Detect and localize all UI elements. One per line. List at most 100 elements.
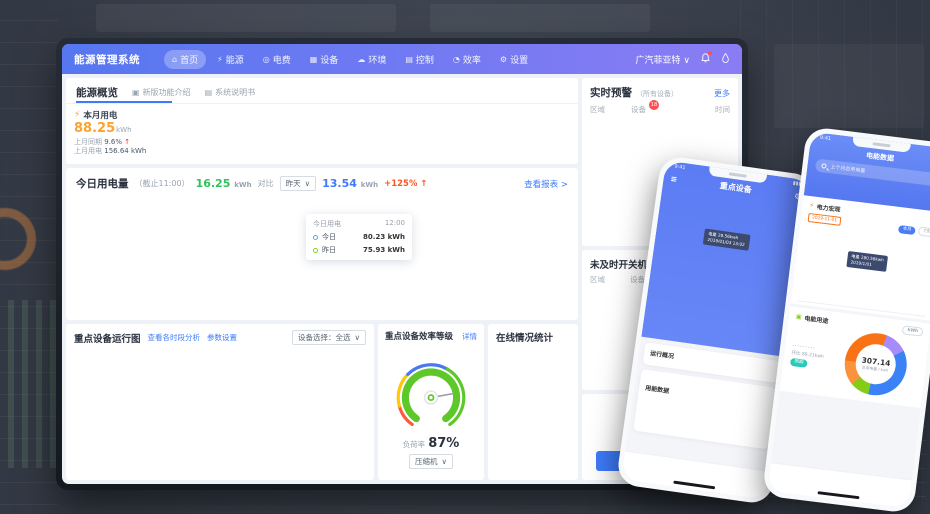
- today-usage-card: 今日用电量 （截止11:00） 16.25 kWh 对比 昨天∨ 13.54 k…: [66, 168, 578, 320]
- home-icon: ⌂: [172, 55, 177, 64]
- energy-icon: ⚡: [217, 55, 223, 64]
- alert-count-badge: 18: [649, 100, 659, 110]
- mom-label: 上月同期: [74, 138, 104, 146]
- date-pill[interactable]: 2019-11-01: [808, 213, 842, 226]
- load-rate: 负荷率87%: [378, 436, 484, 451]
- leaf-icon: ▣: [796, 313, 802, 321]
- top-navbar: 能源管理系统 ⌂首页⚡能源◎电费▦设备☁环境▤控制◔效率⚙设置 广汽菲亚特 ∨: [62, 44, 742, 74]
- machine-select[interactable]: 压缩机∨: [409, 454, 453, 469]
- today-title: 今日用电量: [76, 176, 129, 191]
- efficiency-gauge-card: 重点设备效率等级 详情 负荷率87% 压缩机∨: [378, 324, 484, 480]
- online-title: 在线情况统计: [496, 330, 553, 344]
- nav-item-label: 设置: [510, 53, 528, 66]
- device-load-card: 重点设备运行图 查看各时段分析 参数设置 设备选择：全选∨: [66, 324, 374, 480]
- background-panel: [774, 44, 924, 128]
- param-settings-link[interactable]: 参数设置: [207, 332, 237, 343]
- nav-item-label: 设备: [320, 53, 338, 66]
- device-select[interactable]: 设备选择：全选∨: [292, 330, 366, 345]
- background-panel: [430, 4, 650, 32]
- energy-overview-card: 能源概览 ▣新版功能介绍 ▤系统说明书 ⚡本月用电88.25kWh上月同期 9.…: [66, 78, 578, 164]
- today-value: 16.25 kWh: [196, 177, 252, 190]
- compare-label: 对比: [258, 178, 274, 189]
- new-features-link[interactable]: ▣新版功能介绍: [132, 87, 191, 98]
- document-icon: ▤: [205, 88, 213, 97]
- delta-badge: +125% ↑: [384, 179, 427, 189]
- main-nav: ⌂首页⚡能源◎电费▦设备☁环境▤控制◔效率⚙设置: [164, 50, 536, 69]
- chevron-down-icon: ∨: [355, 333, 361, 342]
- nav-item-label: 首页: [180, 53, 198, 66]
- week-pill[interactable]: 7天: [918, 226, 930, 237]
- phone2-usage-section: ▣电能用途kWh ········· 环比 89.21kwh 同期 307.14…: [780, 306, 930, 408]
- view-report-link[interactable]: 查看报表 >: [524, 178, 568, 190]
- period-analysis-link[interactable]: 查看各时段分析: [148, 332, 201, 343]
- notification-dot: [708, 51, 712, 55]
- phone1-card2-title: 用能数据: [645, 385, 670, 395]
- card-unit: kWh: [116, 126, 131, 134]
- prev-label: 上月用电: [74, 147, 104, 155]
- mom-value: 9.6%: [104, 138, 124, 146]
- chevron-down-icon: ∨: [305, 179, 311, 188]
- mom-row: 上月同期 9.6% ↑: [74, 138, 570, 147]
- yesterday-series-dot: [313, 248, 318, 253]
- water-drop-icon[interactable]: [721, 52, 730, 67]
- nav-item-control[interactable]: ▤控制: [397, 50, 442, 69]
- manual-link[interactable]: ▤系统说明书: [205, 87, 256, 98]
- today-asof: （截止11:00）: [135, 178, 190, 189]
- compare-select[interactable]: 昨天∨: [280, 176, 317, 191]
- overview-cards: ⚡本月用电88.25kWh上月同期 9.6% ↑上月用电 156.64 kWh: [66, 103, 578, 164]
- usage-donut-chart: 307.14总用电量 / kwh: [841, 330, 910, 399]
- phone1-usage-card: 用能数据: [633, 369, 776, 449]
- nav-item-efficiency[interactable]: ◔效率: [445, 50, 489, 69]
- screenshot-stage: { "app": { "brand": "能源管理系统", "account":…: [0, 0, 930, 505]
- alerts-scope: （所有设备）: [636, 89, 678, 99]
- navbar-right: 广汽菲亚特 ∨: [636, 52, 730, 67]
- prev-row: 上月用电 156.64 kWh: [74, 147, 570, 156]
- load-gauge-chart: [391, 356, 471, 436]
- card-title: 本月用电: [83, 109, 117, 121]
- compare-value: 13.54 kWh: [322, 177, 378, 190]
- notification-bell-icon[interactable]: [700, 52, 711, 67]
- overview-title: 能源概览: [76, 85, 118, 100]
- background-panel: [96, 4, 396, 32]
- bolt-icon: ⚡: [74, 110, 80, 120]
- phone1-bar-chart: [640, 397, 767, 444]
- nav-item-home[interactable]: ⌂首页: [164, 50, 206, 69]
- nav-item-label: 控制: [416, 53, 434, 66]
- nav-item-bill[interactable]: ◎电费: [255, 50, 299, 69]
- month-pill[interactable]: 本月: [898, 225, 915, 235]
- gauge-detail-link[interactable]: 详情: [462, 331, 477, 342]
- video-icon: ▣: [132, 88, 140, 97]
- alerts-title: 实时预警: [590, 85, 632, 100]
- bolt-icon: ⚡: [809, 202, 814, 209]
- search-icon: [821, 163, 827, 169]
- nav-item-label: 效率: [463, 53, 481, 66]
- environment-icon: ☁: [357, 55, 365, 64]
- prev-value: 156.64 kWh: [104, 147, 146, 155]
- nav-item-label: 能源: [226, 53, 244, 66]
- app-title: 能源管理系统: [74, 52, 140, 67]
- gear-icon: ⚙: [500, 55, 507, 64]
- device-icon: ▦: [310, 55, 318, 64]
- alerts-more-link[interactable]: 更多: [714, 88, 730, 99]
- phone2-side-stats: ········· 环比 89.21kwh 同期: [790, 342, 841, 372]
- unit-pill[interactable]: kWh: [902, 325, 924, 336]
- nav-item-environment[interactable]: ☁环境: [349, 50, 394, 69]
- electricity-fee-icon: ◎: [263, 55, 270, 64]
- online-stats-card: 在线情况统计: [488, 324, 578, 480]
- background-bars: [8, 300, 56, 468]
- nav-item-label: 电费: [273, 53, 291, 66]
- chart-tooltip: 今日用电12:00 今日80.23 kWh 昨日75.93 kWh: [306, 214, 412, 260]
- efficiency-icon: ◔: [453, 55, 460, 64]
- period-pill[interactable]: 同期: [790, 358, 808, 368]
- gauge-title: 重点设备效率等级: [385, 330, 453, 342]
- today-series-dot: [313, 235, 318, 240]
- control-icon: ▤: [405, 55, 413, 64]
- nav-item-device[interactable]: ▦设备: [302, 50, 347, 69]
- nav-item-energy[interactable]: ⚡能源: [209, 50, 252, 69]
- nav-item-settings[interactable]: ⚙设置: [492, 50, 536, 69]
- card-value: 88.25kWh: [74, 121, 570, 138]
- account-menu[interactable]: 广汽菲亚特 ∨: [636, 53, 690, 66]
- timeline-labels: [74, 470, 366, 478]
- phone1-tabbar: [621, 451, 770, 500]
- overview-card-electricity: ⚡本月用电88.25kWh上月同期 9.6% ↑上月用电 156.64 kWh: [66, 103, 578, 164]
